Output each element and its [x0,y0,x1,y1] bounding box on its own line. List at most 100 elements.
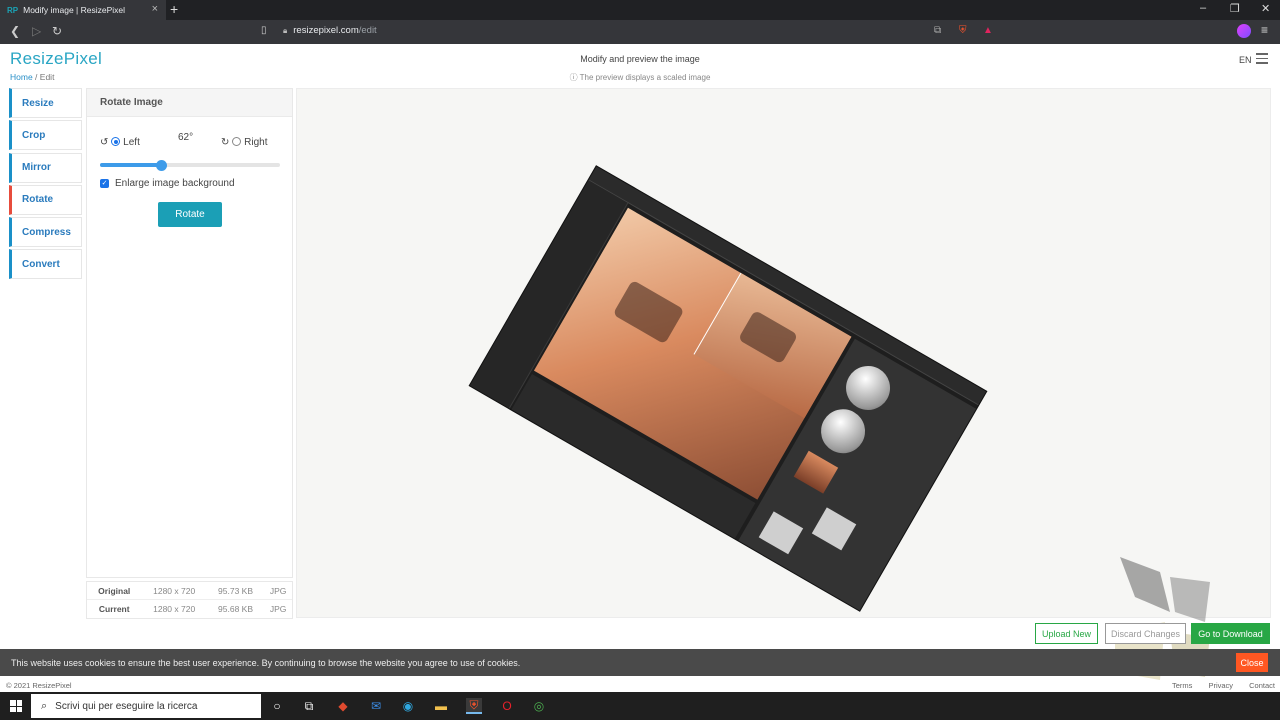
breadcrumb: Home / Edit [10,72,54,82]
forward-icon[interactable]: ▷ [32,24,41,38]
language-selector[interactable]: EN [1239,55,1252,65]
rotation-slider-fill [100,163,162,167]
browser-menu-icon[interactable]: ≡ [1261,23,1268,37]
maximize-icon[interactable]: ❐ [1230,2,1240,15]
site-footer: © 2021 ResizePixel Terms Privacy Contact [0,678,1280,692]
rover-shape [612,279,685,345]
sidenav-item-compress[interactable]: Compress [9,217,82,248]
breadcrumb-home-link[interactable]: Home [10,72,33,82]
rotate-right-radio[interactable] [232,137,242,146]
sidenav-item-convert[interactable]: Convert [9,249,82,280]
filesize-cell: 95.73 KB [218,585,254,596]
rotate-panel: Rotate Image ↺ Left 62° ↻ Right ✓ Enlarg… [86,88,293,578]
dimensions-cell: 1280 x 720 [153,604,196,614]
file-info-table: Original 1280 x 720 95.73 KB JPG Current… [86,581,293,619]
taskbar-search[interactable]: ⌕ Scrivi qui per eseguire la ricerca [31,694,261,718]
footer-links: Terms Privacy Contact [1158,681,1275,690]
tile-shape [758,511,804,555]
brave-browser-icon[interactable]: ⛨ [466,698,482,714]
cookie-close-button[interactable]: Close [1236,653,1268,672]
tile-shape [811,507,857,551]
info-icon: ⓘ [569,73,580,82]
file-explorer-icon[interactable]: ▬ [433,698,449,714]
rotate-right-icon: ↻ [221,137,233,148]
cookie-banner: This website uses cookies to ensure the … [0,649,1280,676]
sphere-shape [812,401,874,462]
rotate-right-label: Right [244,137,268,148]
translate-icon[interactable]: ⧉ [934,25,941,36]
back-icon[interactable]: ❮ [10,24,20,38]
rotate-left-radio[interactable] [111,137,121,146]
rotate-panel-title: Rotate Image [87,89,292,117]
task-view-icon[interactable]: ⧉ [301,698,317,714]
filesize-cell: 95.68 KB [218,604,254,614]
enlarge-background-label: Enlarge image background [115,178,235,189]
mail-icon[interactable]: ✉ [368,698,384,714]
footer-link-privacy[interactable]: Privacy [1208,681,1233,690]
browser-tab-bar: RP Modify image | ResizePixel × + – ❐ ✕ [0,0,1280,20]
rotation-slider-handle[interactable] [155,159,167,171]
enlarge-background-option[interactable]: ✓ Enlarge image background [100,178,235,189]
rotate-left-icon: ↺ [100,137,112,148]
footer-link-contact[interactable]: Contact [1249,681,1275,690]
row-label: Current [98,604,130,614]
go-to-download-button[interactable]: Go to Download [1191,623,1270,644]
rotated-image-preview [469,166,987,611]
copyright: © 2021 ResizePixel [6,681,72,690]
format-cell: JPG [269,585,287,596]
rover-shape [737,309,799,365]
cookie-message: This website uses cookies to ensure the … [11,657,521,668]
cortana-icon[interactable]: ○ [269,698,285,714]
new-tab-icon[interactable]: + [170,1,178,17]
taskbar-search-placeholder: Scrivi qui per eseguire la ricerca [55,700,198,712]
rotate-right-option[interactable]: ↻ Right [221,136,268,148]
upload-new-button[interactable]: Upload New [1035,623,1098,644]
sidenav-item-resize[interactable]: Resize [9,88,82,118]
app-icon[interactable]: ◆ [335,698,351,714]
table-row: Current 1280 x 720 95.68 KB JPG [87,600,292,618]
rotate-left-label: Left [123,137,140,148]
windows-start-icon[interactable] [10,700,22,712]
image-preview-area [296,88,1271,618]
address-bar[interactable]: 🔒︎ resizepixel.com/edit [283,25,377,36]
page-subtitle: ⓘ The preview displays a scaled image [520,72,760,83]
sidenav-item-mirror[interactable]: Mirror [9,152,82,183]
enlarge-background-checkbox[interactable]: ✓ [100,179,109,188]
brave-shield-icon[interactable]: ⛨ [959,25,967,36]
hamburger-menu-icon[interactable] [1256,53,1268,67]
edge-icon[interactable]: ◉ [400,698,416,714]
lock-icon: 🔒︎ [283,26,288,35]
close-tab-icon[interactable]: × [152,3,158,15]
opera-icon[interactable]: O [499,698,515,714]
url-path: /edit [358,25,377,36]
browser-tab[interactable]: RP Modify image | ResizePixel × [0,0,166,20]
breadcrumb-separator: / [32,72,40,82]
format-cell: JPG [269,604,287,614]
footer-link-terms[interactable]: Terms [1172,681,1192,690]
sidenav-item-crop[interactable]: Crop [9,120,82,151]
thumbnail-shape [793,450,839,494]
row-label: Original [98,585,131,596]
rotation-direction-row: ↺ Left 62° ↻ Right [100,132,280,150]
chrome-icon[interactable]: ◎ [531,698,547,714]
page-title: Modify and preview the image [580,54,700,64]
bookmark-icon[interactable]: ▯ [261,25,267,36]
breadcrumb-current: Edit [39,72,55,82]
close-window-icon[interactable]: ✕ [1261,2,1270,15]
tool-sidenav: Resize Crop Mirror Rotate Compress Conve… [9,88,82,282]
sidenav-item-rotate[interactable]: Rotate [9,184,82,215]
site-logo[interactable]: ResizePixel [10,49,102,69]
tab-title: Modify image | ResizePixel [23,5,126,15]
rotation-slider[interactable] [100,159,280,171]
discard-changes-button[interactable]: Discard Changes [1105,623,1186,644]
reload-icon[interactable]: ↻ [52,24,62,38]
brave-rewards-icon[interactable]: ▲ [983,25,993,36]
windows-taskbar: ⌕ Scrivi qui per eseguire la ricerca ○ ⧉… [0,692,1280,720]
profile-avatar[interactable] [1237,24,1251,38]
site-favicon: RP [7,5,19,15]
browser-toolbar: ❮ ▷ ↻ ▯ 🔒︎ resizepixel.com/edit ⧉ ⛨ ▲ ≡ [0,20,1280,44]
rotate-left-option[interactable]: ↺ Left [100,136,140,148]
url-host: resizepixel.com [293,25,359,36]
rotate-button[interactable]: Rotate [158,202,222,227]
minimize-icon[interactable]: – [1200,2,1206,14]
